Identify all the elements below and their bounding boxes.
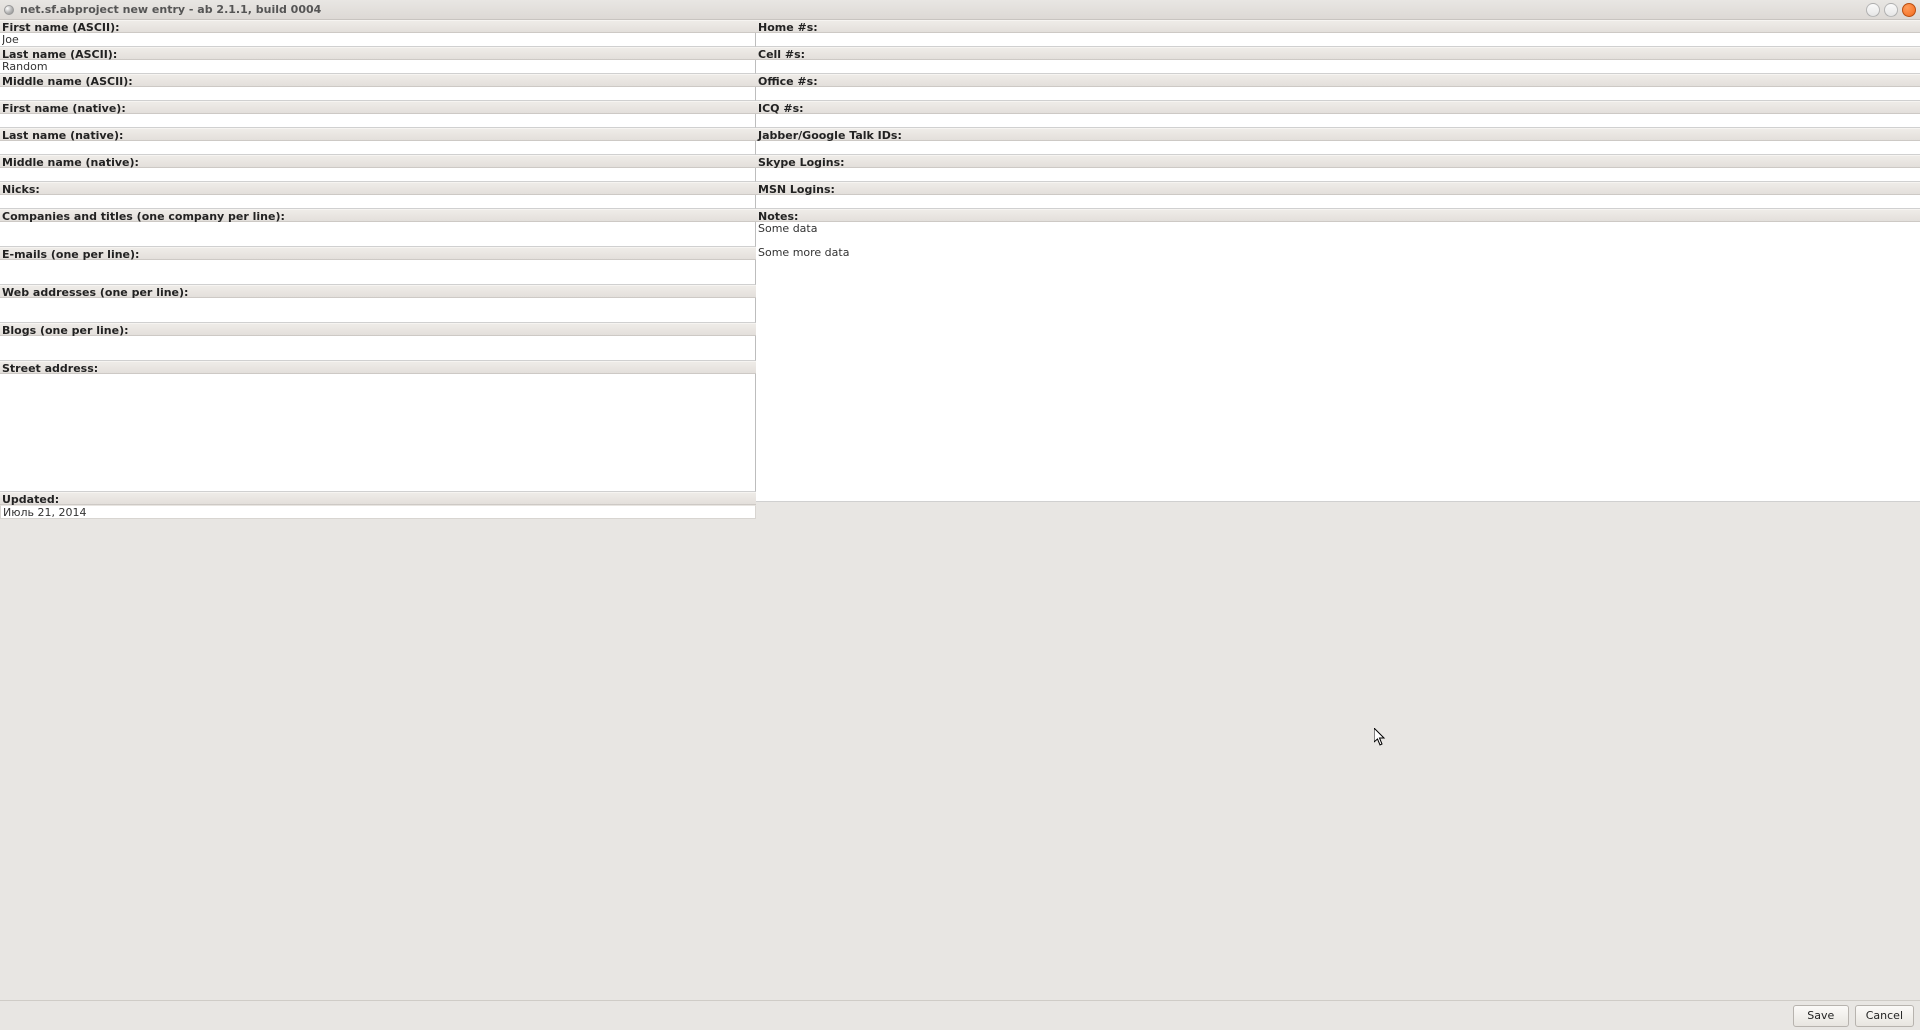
first-name-ascii-input[interactable]: [0, 33, 756, 47]
icq-input[interactable]: [756, 114, 1920, 128]
notes-label: Notes:: [756, 209, 1920, 222]
app-icon: [4, 5, 14, 15]
window-title: net.sf.abproject new entry - ab 2.1.1, b…: [20, 3, 321, 16]
msn-input[interactable]: [756, 195, 1920, 209]
last-name-ascii-input[interactable]: [0, 60, 756, 74]
web-textarea[interactable]: [0, 298, 756, 323]
close-icon[interactable]: [1902, 3, 1916, 17]
nicks-label: Nicks:: [0, 182, 756, 195]
maximize-icon[interactable]: [1884, 3, 1898, 17]
skype-label: Skype Logins:: [756, 155, 1920, 168]
emails-textarea[interactable]: [0, 260, 756, 285]
middle-name-ascii-label: Middle name (ASCII):: [0, 74, 756, 87]
office-phones-input[interactable]: [756, 87, 1920, 101]
last-name-ascii-label: Last name (ASCII):: [0, 47, 756, 60]
msn-label: MSN Logins:: [756, 182, 1920, 195]
icq-label: ICQ #s:: [756, 101, 1920, 114]
save-button[interactable]: Save: [1793, 1005, 1849, 1027]
jabber-input[interactable]: [756, 141, 1920, 155]
last-name-native-label: Last name (native):: [0, 128, 756, 141]
home-phones-input[interactable]: [756, 33, 1920, 47]
web-label: Web addresses (one per line):: [0, 285, 756, 298]
middle-name-ascii-input[interactable]: [0, 87, 756, 101]
form-area: First name (ASCII): Last name (ASCII): M…: [0, 20, 1920, 1000]
middle-name-native-label: Middle name (native):: [0, 155, 756, 168]
jabber-label: Jabber/Google Talk IDs:: [756, 128, 1920, 141]
window-titlebar: net.sf.abproject new entry - ab 2.1.1, b…: [0, 0, 1920, 20]
companies-textarea[interactable]: [0, 222, 756, 247]
left-column: First name (ASCII): Last name (ASCII): M…: [0, 20, 756, 1000]
emails-label: E-mails (one per line):: [0, 247, 756, 260]
last-name-native-input[interactable]: [0, 141, 756, 155]
home-phones-label: Home #s:: [756, 20, 1920, 33]
right-column: Home #s: Cell #s: Office #s: ICQ #s: Jab…: [756, 20, 1920, 1000]
updated-label: Updated:: [0, 492, 756, 505]
street-label: Street address:: [0, 361, 756, 374]
nicks-input[interactable]: [0, 195, 756, 209]
minimize-icon[interactable]: [1866, 3, 1880, 17]
first-name-native-input[interactable]: [0, 114, 756, 128]
companies-label: Companies and titles (one company per li…: [0, 209, 756, 222]
street-textarea[interactable]: [0, 374, 756, 492]
middle-name-native-input[interactable]: [0, 168, 756, 182]
updated-value: Июль 21, 2014: [0, 505, 756, 519]
skype-input[interactable]: [756, 168, 1920, 182]
first-name-ascii-label: First name (ASCII):: [0, 20, 756, 33]
button-bar: Save Cancel: [0, 1000, 1920, 1030]
cancel-button[interactable]: Cancel: [1855, 1005, 1914, 1027]
blogs-textarea[interactable]: [0, 336, 756, 361]
cell-phones-label: Cell #s:: [756, 47, 1920, 60]
notes-textarea[interactable]: [756, 222, 1920, 502]
office-phones-label: Office #s:: [756, 74, 1920, 87]
blogs-label: Blogs (one per line):: [0, 323, 756, 336]
first-name-native-label: First name (native):: [0, 101, 756, 114]
cell-phones-input[interactable]: [756, 60, 1920, 74]
